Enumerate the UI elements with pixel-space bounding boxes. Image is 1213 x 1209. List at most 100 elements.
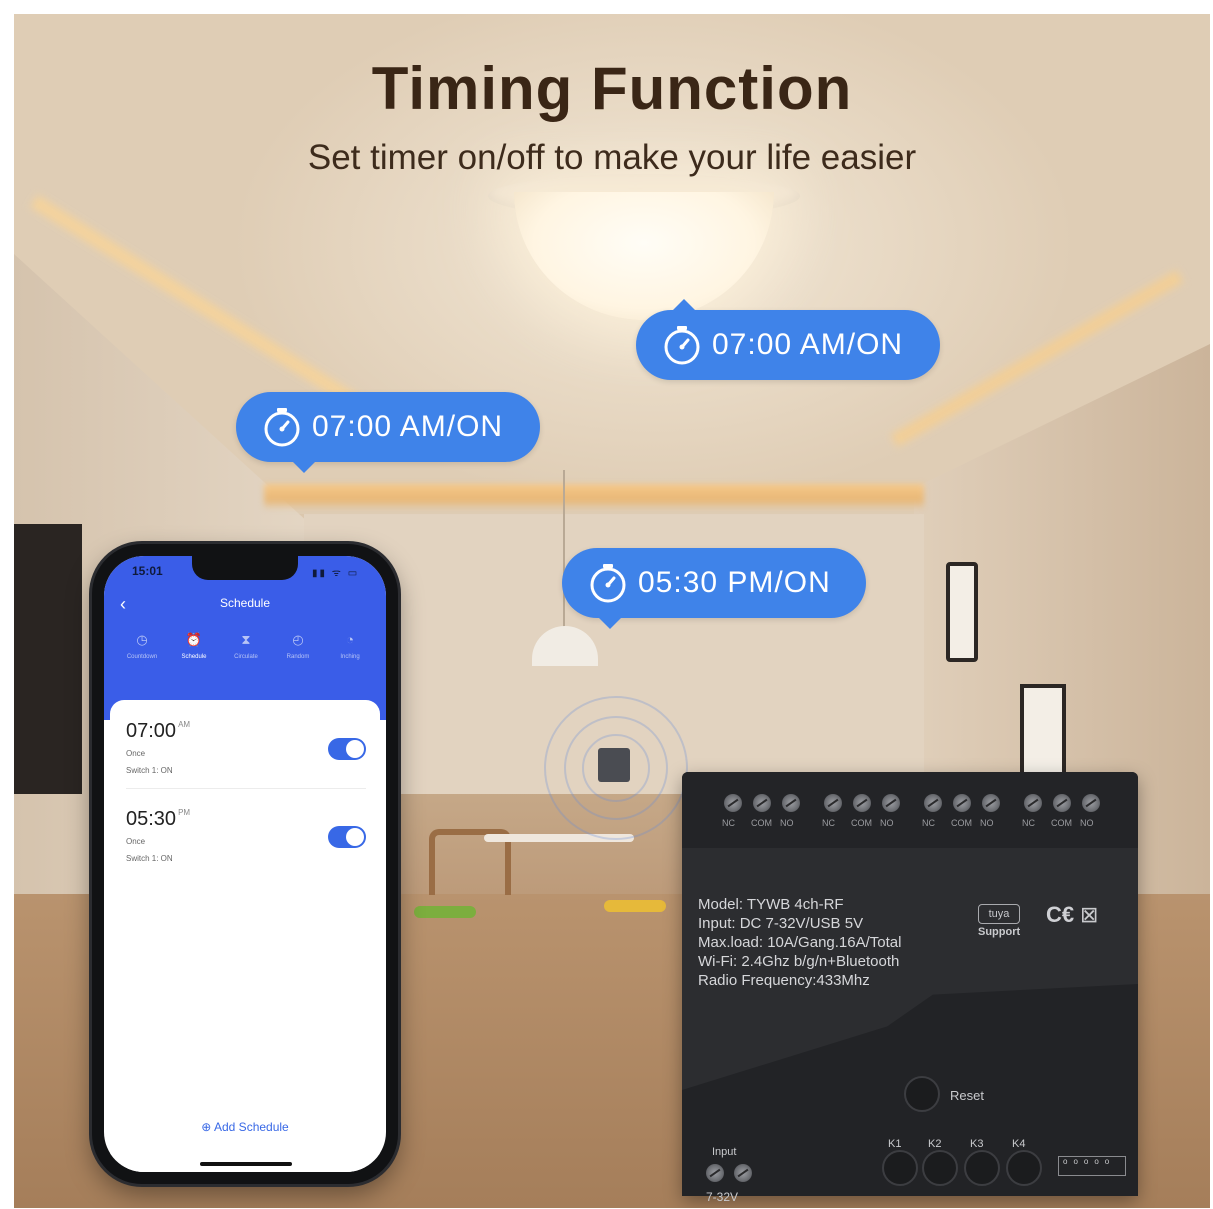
terminal-label: NO xyxy=(780,818,794,828)
spec-max-load: Max.load: 10A/Gang.16A/Total xyxy=(698,934,902,951)
input-label: Input xyxy=(712,1146,737,1158)
plus-circle-icon: ⊕ xyxy=(201,1120,212,1134)
headline-subtitle: Set timer on/off to make your life easie… xyxy=(307,138,917,177)
terminal-screw xyxy=(924,794,942,812)
ce-mark: C€ xyxy=(1046,902,1075,927)
stopwatch-icon: ◴ xyxy=(292,632,304,647)
timer-bubble-cove: 07:00 AM/ON xyxy=(236,392,540,473)
terminal-screw xyxy=(824,794,842,812)
home-indicator xyxy=(200,1162,292,1166)
terminal-screw xyxy=(1024,794,1042,812)
schedule-time: 05:30 xyxy=(126,808,177,830)
spec-input: Input: DC 7-32V/USB 5V xyxy=(698,915,864,932)
timer-bubble-pendant: 05:30 PM/ON xyxy=(562,548,866,629)
product-image: Timing Function Set timer on/off to make… xyxy=(14,14,1210,1208)
terminal-label: NC xyxy=(722,818,735,828)
timer-icon xyxy=(664,326,700,365)
k2-button[interactable] xyxy=(922,1150,958,1186)
schedule-action: Switch 1: ON xyxy=(126,766,173,775)
wall-art-flower xyxy=(946,562,978,662)
tab-countdown[interactable]: ◷ Countdown xyxy=(114,632,170,660)
tab-circulate[interactable]: ⧗ Circulate xyxy=(218,632,274,660)
app-header: 15:01 ▮▮ ᯤ ▭ ‹ Schedule ◷ Countdown ⏰ Sc… xyxy=(104,556,386,720)
status-time: 15:01 xyxy=(132,564,163,578)
add-schedule-button[interactable]: ⊕ Add Schedule xyxy=(110,1120,380,1134)
divider xyxy=(126,788,366,789)
screen-title: Schedule xyxy=(219,596,271,610)
terminal-label: COM xyxy=(951,818,972,828)
schedule-toggle[interactable] xyxy=(328,738,366,760)
schedule-time: 07:00 xyxy=(126,720,177,742)
input-terminal xyxy=(734,1164,752,1182)
terminal-strip xyxy=(682,772,1138,848)
television xyxy=(14,524,82,794)
voltage-label: 7-32V xyxy=(706,1190,739,1204)
k3-button[interactable] xyxy=(964,1150,1000,1186)
k1-label: K1 xyxy=(888,1138,902,1150)
terminal-label: COM xyxy=(751,818,772,828)
terminal-label: COM xyxy=(1051,818,1072,828)
phone-notch xyxy=(192,556,298,580)
k1-button[interactable] xyxy=(882,1150,918,1186)
mini-module xyxy=(598,748,630,782)
hourglass-icon: ⧗ xyxy=(241,632,251,647)
terminal-label: NO xyxy=(1080,818,1094,828)
timer-icon xyxy=(590,564,626,603)
terminal-screw xyxy=(853,794,871,812)
schedule-item[interactable]: 07:00 AM Once Switch 1: ON xyxy=(126,720,366,775)
terminal-screw xyxy=(753,794,771,812)
terminal-label: NC xyxy=(822,818,835,828)
terminal-screw xyxy=(982,794,1000,812)
schedule-list: 07:00 AM Once Switch 1: ON 05:30 PM Once S… xyxy=(110,700,380,1172)
spec-wifi: Wi-Fi: 2.4Ghz b/g/n+Bluetooth xyxy=(698,953,900,970)
headline-title: Timing Function xyxy=(371,55,853,122)
schedule-action: Switch 1: ON xyxy=(126,854,173,863)
cove-light-back xyxy=(264,484,924,510)
reset-button[interactable] xyxy=(904,1076,940,1112)
timer-icon: ◔ xyxy=(346,632,354,647)
timer-bubble-text: 07:00 AM/ON xyxy=(712,328,904,361)
tuya-support-label: Support xyxy=(978,926,1021,938)
reset-label: Reset xyxy=(950,1088,984,1103)
schedule-toggle[interactable] xyxy=(328,826,366,848)
terminal-label: NC xyxy=(922,818,935,828)
timer-bubble-ceiling: 07:00 AM/ON xyxy=(636,299,940,380)
input-terminal xyxy=(706,1164,724,1182)
terminal-label: NO xyxy=(880,818,894,828)
stool-yellow xyxy=(604,900,666,912)
terminal-screw xyxy=(1082,794,1100,812)
timer-icon xyxy=(264,408,300,447)
pendant-wire xyxy=(563,470,565,628)
tab-random[interactable]: ◴ Random xyxy=(270,632,326,660)
terminal-screw xyxy=(953,794,971,812)
phone-screen: 15:01 ▮▮ ᯤ ▭ ‹ Schedule ◷ Countdown ⏰ Sc… xyxy=(104,556,386,1172)
schedule-item[interactable]: 05:30 PM Once Switch 1: ON xyxy=(126,808,366,863)
schedule-ampm: PM xyxy=(178,808,191,817)
spec-model: Model: TYWB 4ch-RF xyxy=(698,896,844,913)
schedule-ampm: AM xyxy=(178,720,191,729)
spec-radio: Radio Frequency:433Mhz xyxy=(698,972,870,989)
alarm-icon: ⏰ xyxy=(185,632,203,647)
k4-label: K4 xyxy=(1012,1138,1026,1150)
k4-button[interactable] xyxy=(1006,1150,1042,1186)
relay-module: NC COM NO NC COM NO NC COM NO NC COM NO Model: TYWB… xyxy=(682,772,1138,1204)
terminal-screw xyxy=(1053,794,1071,812)
terminal-label: NO xyxy=(980,818,994,828)
status-icons: ▮▮ ᯤ ▭ xyxy=(312,568,360,579)
smartphone: 15:01 ▮▮ ᯤ ▭ ‹ Schedule ◷ Countdown ⏰ Sc… xyxy=(92,544,398,1184)
terminal-label: COM xyxy=(851,818,872,828)
tab-schedule[interactable]: ⏰ Schedule xyxy=(166,632,222,660)
switch-terminal-row: ooooo xyxy=(1058,1156,1126,1176)
tab-inching[interactable]: ◔ Inching xyxy=(322,632,378,660)
tuya-logo: tuya xyxy=(978,904,1020,924)
k2-label: K2 xyxy=(928,1138,942,1150)
timer-bubble-text: 05:30 PM/ON xyxy=(638,566,831,599)
terminal-label: NC xyxy=(1022,818,1035,828)
terminal-screw xyxy=(724,794,742,812)
stool-green xyxy=(414,906,476,918)
terminal-screw xyxy=(782,794,800,812)
terminal-screw xyxy=(882,794,900,812)
k3-label: K3 xyxy=(970,1138,984,1150)
weee-bin-icon: ⊠ xyxy=(1080,902,1099,927)
timer-bubble-text: 07:00 AM/ON xyxy=(312,410,504,443)
